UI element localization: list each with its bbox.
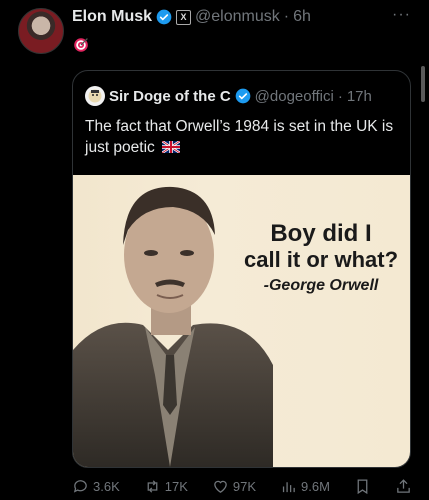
quoted-avatar[interactable] xyxy=(85,86,105,106)
quoted-handle[interactable]: @dogeoffici xyxy=(255,88,334,105)
meme-image[interactable]: Boy did I call it or what? -George Orwel… xyxy=(73,175,410,467)
view-count: 9.6M xyxy=(301,479,330,494)
author-name[interactable]: Elon Musk xyxy=(72,8,152,26)
quoted-time[interactable]: 17h xyxy=(347,88,372,105)
like-button[interactable]: 97K xyxy=(212,478,256,495)
caption-attribution: -George Orwell xyxy=(263,277,379,294)
quoted-post[interactable]: Sir Doge of the C @dogeoffici · 17h The … xyxy=(72,70,411,468)
x-affiliation-icon: X xyxy=(176,9,192,25)
meme-caption: Boy did I call it or what? -George Orwel… xyxy=(237,221,405,295)
views-button[interactable]: 9.6M xyxy=(280,478,330,495)
quoted-author-name[interactable]: Sir Doge of the C xyxy=(109,88,231,105)
reply-count: 3.6K xyxy=(93,479,120,494)
quoted-header: Sir Doge of the C @dogeoffici · 17h xyxy=(85,86,372,106)
action-bar: 3.6K 17K 97K 9.6M xyxy=(72,478,412,495)
author-handle[interactable]: @elonmusk xyxy=(195,8,280,26)
uk-flag-icon xyxy=(162,141,181,153)
caption-line-1: Boy did I xyxy=(270,220,372,247)
more-options-icon[interactable]: ··· xyxy=(392,6,411,24)
views-chart-icon xyxy=(282,482,295,493)
separator-dot: · xyxy=(337,87,343,105)
quoted-text-body: The fact that Orwell’s 1984 is set in th… xyxy=(85,118,394,156)
verified-badge-icon xyxy=(156,9,172,25)
share-button[interactable] xyxy=(395,478,412,495)
post-header: Elon Musk X @elonmusk · 6h xyxy=(72,8,311,26)
heart-icon xyxy=(214,480,227,493)
repost-button[interactable]: 17K xyxy=(144,478,188,495)
like-count: 97K xyxy=(232,479,257,494)
post-time[interactable]: 6h xyxy=(293,8,311,26)
reply-icon xyxy=(73,480,87,493)
reply-button[interactable]: 3.6K xyxy=(72,478,120,495)
scrollbar-thumb[interactable] xyxy=(421,66,425,102)
separator-dot: · xyxy=(283,8,290,25)
verified-badge-icon xyxy=(235,88,251,104)
repost-icon xyxy=(147,480,158,493)
author-avatar[interactable] xyxy=(18,8,64,54)
doge-avatar-icon xyxy=(88,89,102,103)
bookmark-icon xyxy=(357,479,368,495)
direct-hit-emoji-icon xyxy=(74,38,88,52)
repost-count: 17K xyxy=(164,479,188,494)
share-icon xyxy=(397,479,410,493)
quoted-text: The fact that Orwell’s 1984 is set in th… xyxy=(85,116,400,158)
orwell-portrait xyxy=(73,186,273,467)
bookmark-button[interactable] xyxy=(354,478,371,495)
caption-line-2: call it or what? xyxy=(243,247,399,272)
